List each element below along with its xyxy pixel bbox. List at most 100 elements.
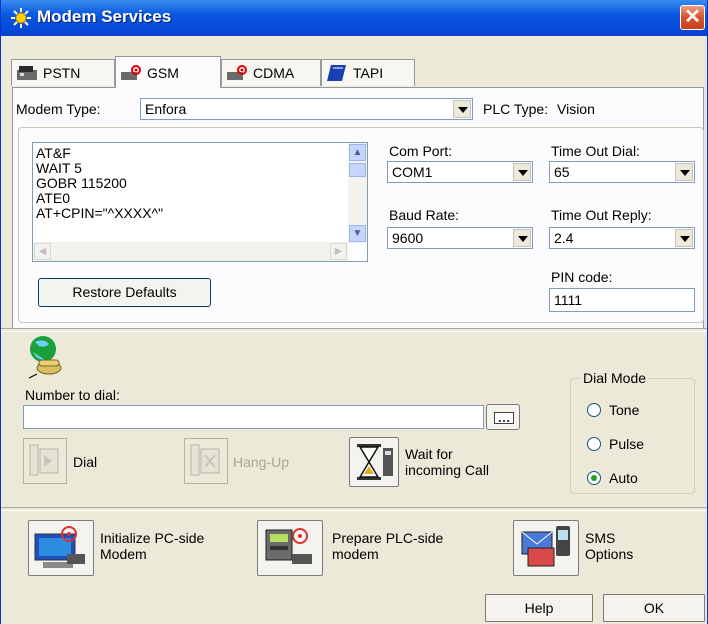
sms-line-2: Options — [585, 546, 634, 562]
radio-pulse[interactable]: Pulse — [587, 436, 644, 452]
horizontal-scrollbar[interactable]: ◀ ▶ — [33, 242, 348, 261]
hang-up-button[interactable] — [184, 438, 228, 484]
dial-label: Dial — [73, 454, 98, 470]
ellipsis-icon — [494, 412, 514, 424]
tab-gsm-label: GSM — [147, 64, 179, 81]
modem-type-select[interactable]: Enfora — [140, 98, 473, 120]
radio-dot — [587, 437, 601, 451]
gsm-modem-icon — [121, 64, 141, 80]
com-port-label: Com Port: — [389, 143, 453, 159]
phonebook-button[interactable] — [486, 404, 520, 430]
init-string-lines: AT&F WAIT 5 GOBR 115200 ATE0 AT+CPIN="^X… — [36, 146, 163, 221]
radio-auto-label: Auto — [609, 470, 638, 486]
chevron-down-icon[interactable] — [453, 100, 471, 118]
wait-for-call-label: Wait for incoming Call — [405, 446, 489, 478]
modem-services-window: Modem Services ✕ PSTN GSM CDMA TAPI Mode… — [0, 0, 708, 624]
timeout-dial-label: Time Out Dial: — [551, 143, 640, 159]
init-line: WAIT 5 — [36, 160, 82, 176]
tapi-book-icon — [327, 65, 346, 81]
prepare-plc-modem-label: Prepare PLC-side modem — [332, 530, 443, 562]
radio-tone-label: Tone — [609, 402, 640, 418]
radio-dot-selected — [587, 471, 601, 485]
wait-line-2: incoming Call — [405, 462, 490, 478]
help-button[interactable]: Help — [485, 594, 593, 622]
cdma-modem-icon — [227, 65, 247, 80]
globe-phone-icon — [28, 336, 62, 379]
tab-tapi-label: TAPI — [353, 65, 384, 81]
radio-auto[interactable]: Auto — [587, 470, 638, 486]
init-string-textarea[interactable]: AT&F WAIT 5 GOBR 115200 ATE0 AT+CPIN="^X… — [32, 142, 368, 262]
separator — [1, 328, 707, 332]
title-bar[interactable]: Modem Services ✕ — [1, 0, 707, 36]
pin-code-label: PIN code: — [551, 269, 613, 285]
scroll-thumb[interactable] — [349, 163, 366, 177]
radio-dot — [587, 403, 601, 417]
initialize-pc-modem-label: Initialize PC-side Modem — [100, 530, 204, 562]
timeout-reply-value: 2.4 — [554, 230, 574, 246]
timeout-dial-value: 65 — [554, 164, 570, 180]
tab-cdma[interactable]: CDMA — [221, 59, 321, 86]
restore-defaults-button[interactable]: Restore Defaults — [38, 278, 211, 307]
chevron-down-icon[interactable] — [675, 229, 693, 247]
scroll-down-icon[interactable]: ▼ — [349, 225, 366, 242]
timeout-reply-select[interactable]: 2.4 — [549, 227, 695, 249]
chevron-down-icon[interactable] — [513, 229, 531, 247]
com-port-value: COM1 — [392, 164, 433, 180]
radio-pulse-label: Pulse — [609, 436, 645, 452]
prepare-plc-line-2: modem — [332, 546, 379, 562]
sms-options-label: SMS Options — [585, 530, 633, 562]
modem-type-value: Enfora — [145, 101, 187, 117]
tab-tapi[interactable]: TAPI — [321, 59, 415, 86]
baud-rate-value: 9600 — [392, 230, 424, 246]
close-icon: ✕ — [684, 6, 701, 28]
init-line: GOBR 115200 — [36, 175, 127, 191]
scroll-right-icon[interactable]: ▶ — [330, 243, 347, 260]
separator — [1, 507, 707, 511]
dial-mode-title: Dial Mode — [580, 370, 650, 386]
sms-icon — [521, 526, 570, 567]
baud-rate-label: Baud Rate: — [389, 207, 460, 223]
close-button[interactable]: ✕ — [680, 5, 705, 30]
chevron-down-icon[interactable] — [675, 163, 693, 181]
hang-up-label: Hang-Up — [233, 454, 290, 470]
phone-dial-icon — [29, 444, 59, 476]
number-to-dial-label: Number to dial: — [25, 387, 120, 403]
init-line: AT+CPIN="^XXXX^" — [36, 205, 164, 221]
tab-cdma-label: CDMA — [253, 65, 295, 81]
plc-type-value: Vision — [557, 101, 595, 117]
wait-for-call-button[interactable] — [349, 437, 399, 487]
ok-button[interactable]: OK — [603, 594, 705, 622]
sun-app-icon — [11, 8, 31, 28]
timeout-dial-select[interactable]: 65 — [549, 161, 695, 183]
number-to-dial-input[interactable] — [23, 405, 484, 429]
pin-code-input[interactable]: 1111 — [549, 288, 695, 312]
initialize-pc-modem-button[interactable] — [28, 520, 94, 576]
init-line: AT&F — [36, 145, 71, 161]
hourglass-icon — [357, 444, 393, 480]
dial-button[interactable] — [23, 438, 67, 484]
plc-modem-icon — [265, 528, 312, 564]
baud-rate-select[interactable]: 9600 — [387, 227, 533, 249]
pc-modem-icon — [34, 526, 85, 568]
phone-hangup-icon — [190, 444, 220, 476]
tab-pstn[interactable]: PSTN — [11, 59, 115, 86]
com-port-select[interactable]: COM1 — [387, 161, 533, 183]
sms-options-button[interactable] — [513, 520, 579, 576]
init-pc-line-1: Initialize PC-side — [100, 530, 205, 546]
tab-pstn-label: PSTN — [43, 65, 81, 81]
timeout-reply-label: Time Out Reply: — [551, 207, 652, 223]
scroll-up-icon[interactable]: ▲ — [349, 144, 366, 161]
prepare-plc-modem-button[interactable] — [257, 520, 323, 576]
vertical-scrollbar[interactable]: ▲ ▼ — [348, 143, 367, 243]
window-title: Modem Services — [37, 7, 172, 26]
prepare-plc-line-1: Prepare PLC-side — [332, 530, 444, 546]
radio-tone[interactable]: Tone — [587, 402, 639, 418]
pstn-modem-icon — [17, 66, 37, 80]
init-line: ATE0 — [36, 190, 70, 206]
scroll-left-icon[interactable]: ◀ — [34, 243, 51, 260]
sms-line-1: SMS — [585, 530, 616, 546]
tab-gsm[interactable]: GSM — [115, 56, 221, 88]
modem-type-label: Modem Type: — [16, 101, 101, 117]
plc-type-label: PLC Type: — [483, 101, 549, 117]
chevron-down-icon[interactable] — [513, 163, 531, 181]
